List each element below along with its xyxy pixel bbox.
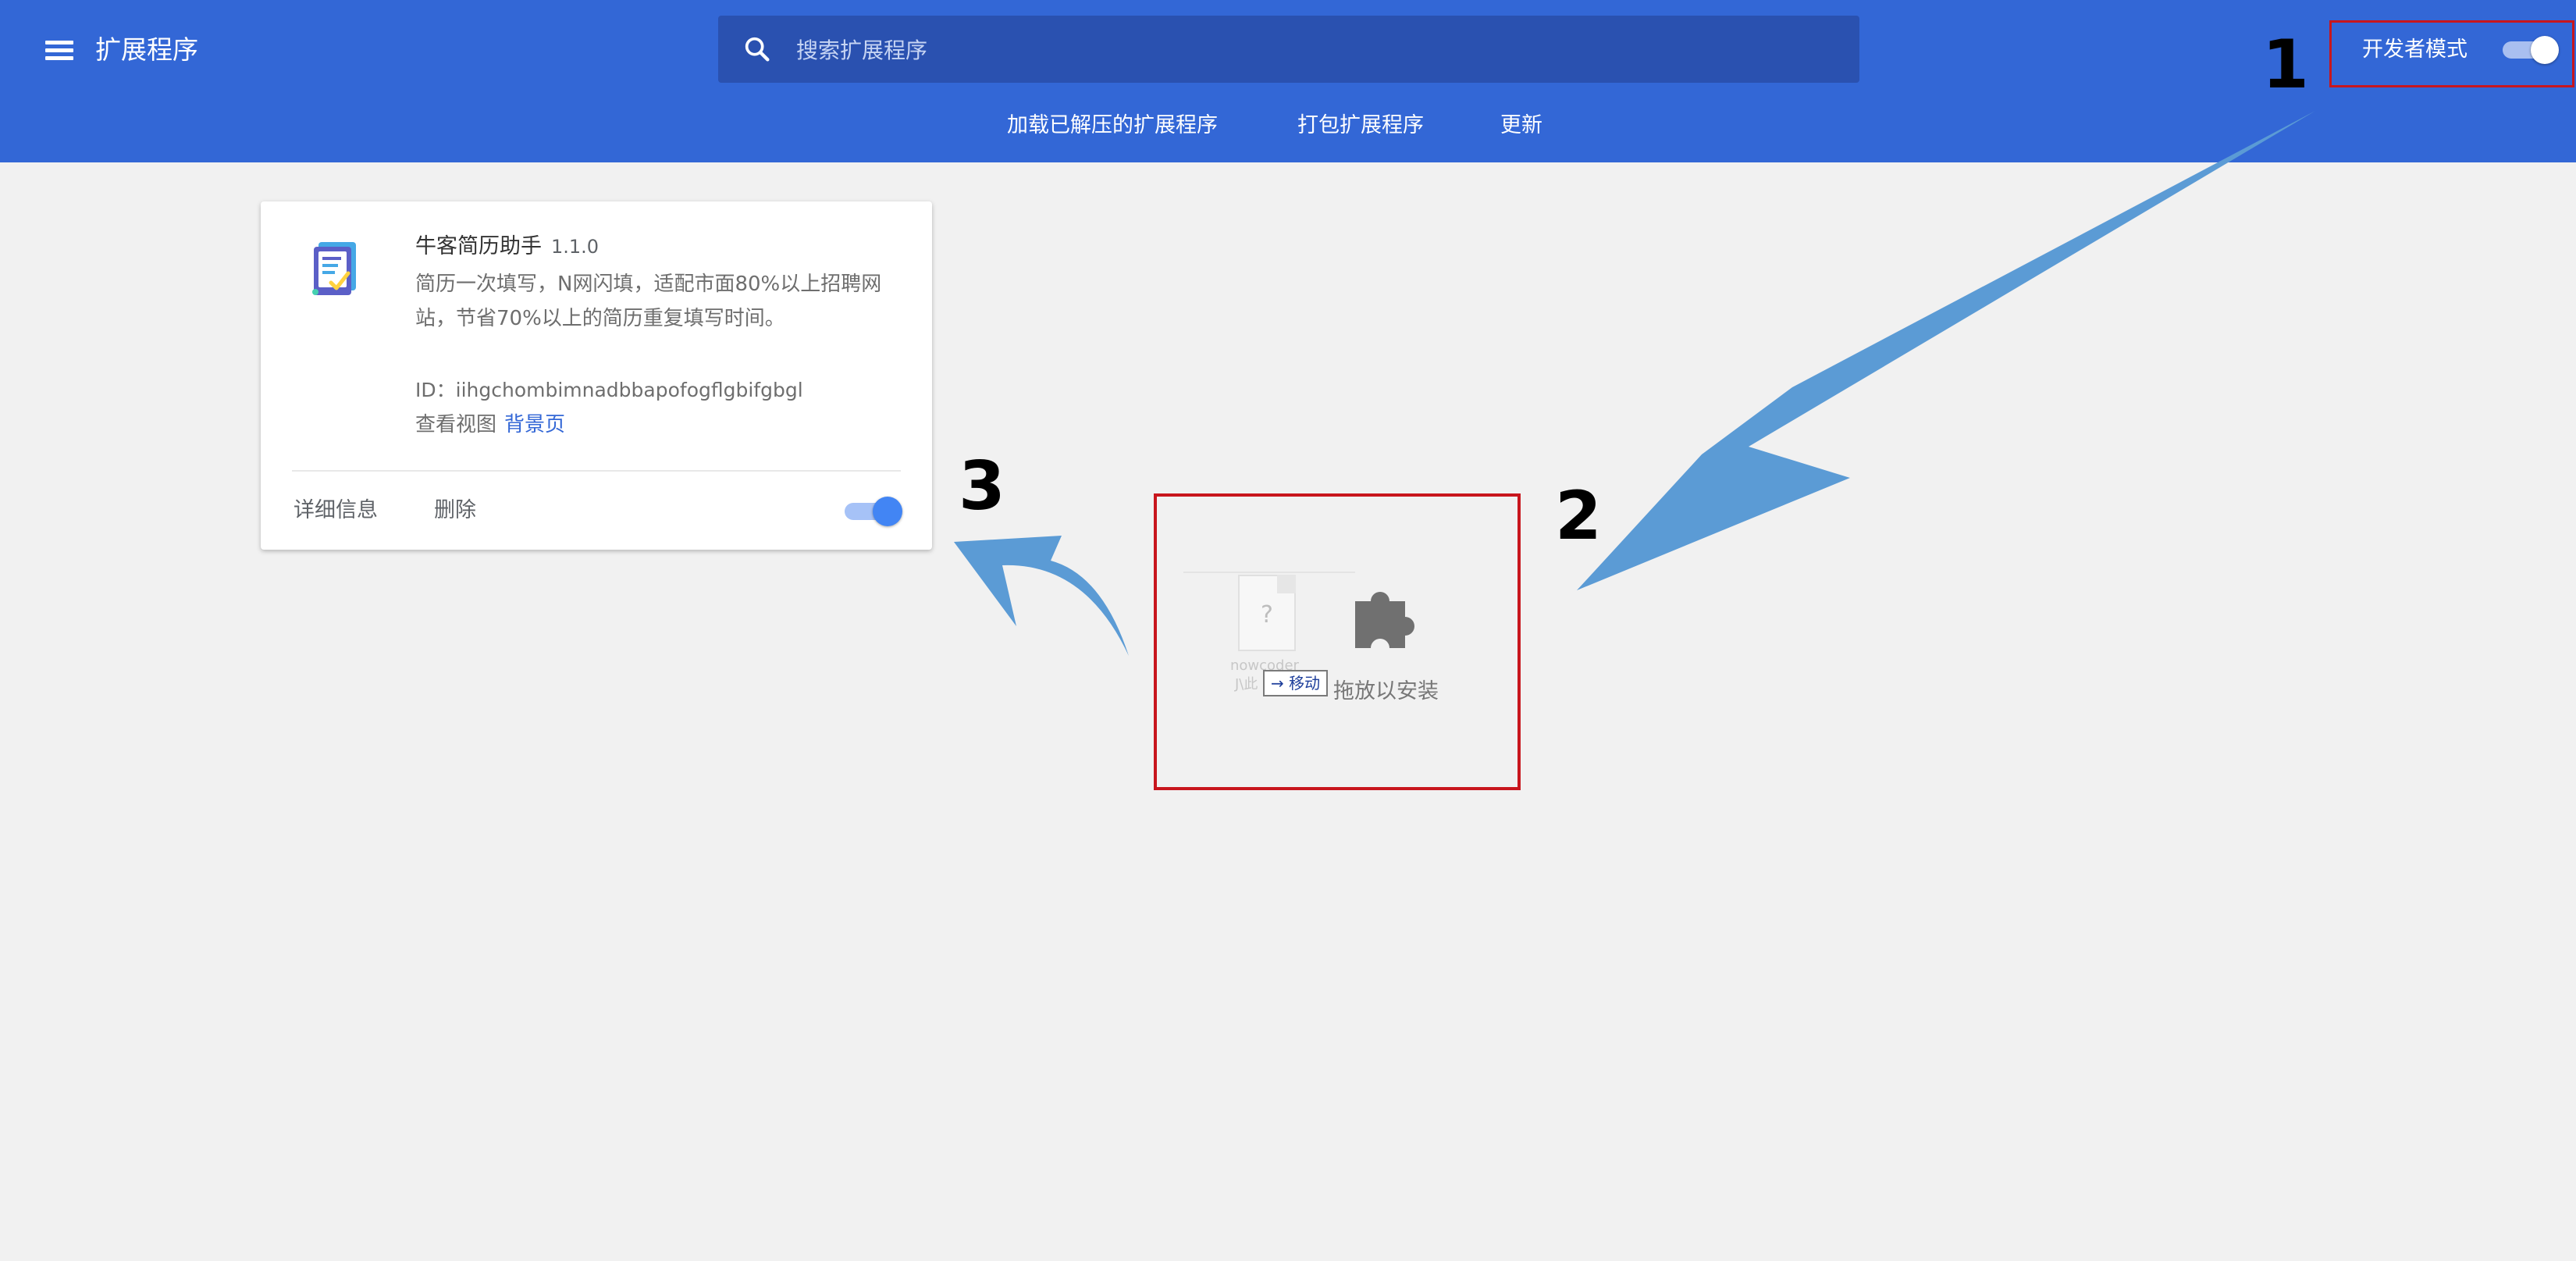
extension-version: 1.1.0 (551, 236, 600, 258)
pack-extension-button[interactable]: 打包扩展程序 (1297, 108, 1424, 144)
move-tooltip: → 移动 (1263, 670, 1329, 696)
toggle-thumb (873, 497, 902, 526)
update-button[interactable]: 更新 (1500, 108, 1542, 144)
extension-name-text: 牛客简历助手 (415, 234, 542, 258)
search-input[interactable] (795, 30, 1813, 70)
drop-to-install-label: 拖放以安装 (1333, 679, 1439, 704)
details-button[interactable]: 详细信息 (294, 493, 378, 528)
extension-name: 牛客简历助手 1.1.0 (415, 230, 599, 264)
arrow-step1-to-step2 (1577, 111, 2315, 590)
step-3-label: 3 (959, 447, 1005, 525)
drag-ghost-line (1183, 572, 1355, 573)
extension-document-icon (312, 242, 356, 295)
step-1-label: 1 (2262, 26, 2309, 104)
toolbar: 加载已解压的扩展程序 打包扩展程序 更新 (0, 108, 2576, 144)
inspect-views: 查看视图 背景页 (415, 408, 565, 442)
load-unpacked-button[interactable]: 加载已解压的扩展程序 (1007, 108, 1218, 144)
background-page-link[interactable]: 背景页 (504, 413, 565, 436)
arrow-step2-to-step3 (954, 536, 1129, 656)
extension-card: 牛客简历助手 1.1.0 简历一次填写，N网闪填，适配市面80%以上招聘网站，节省… (261, 201, 932, 550)
extension-description: 简历一次填写，N网闪填，适配市面80%以上招聘网站，节省70%以上的简历重复填写… (415, 273, 882, 330)
extension-id: ID：iihgchombimnadbbapofogflgbifgbgl (415, 379, 803, 401)
dragged-file-icon: ? (1238, 575, 1296, 651)
search-icon (745, 37, 770, 62)
puzzle-piece-icon (1355, 592, 1414, 648)
developer-mode-highlight-box (2329, 20, 2574, 87)
step-2-label: 2 (1555, 477, 1602, 555)
hamburger-menu-icon[interactable] (44, 34, 75, 66)
remove-button[interactable]: 删除 (434, 493, 476, 528)
drop-zone-highlight-box (1154, 493, 1521, 790)
dragged-file-name-sub: J\此 (1235, 676, 1258, 693)
inspect-views-label: 查看视图 (415, 413, 497, 436)
top-bar: 扩展程序 加载已解压的扩展程序 打包扩展程序 更新 开发者模式 (0, 0, 2576, 162)
search-bar[interactable] (718, 16, 1859, 83)
extension-enable-toggle[interactable] (845, 497, 902, 526)
page-title: 扩展程序 (95, 34, 198, 65)
card-divider (292, 470, 901, 472)
